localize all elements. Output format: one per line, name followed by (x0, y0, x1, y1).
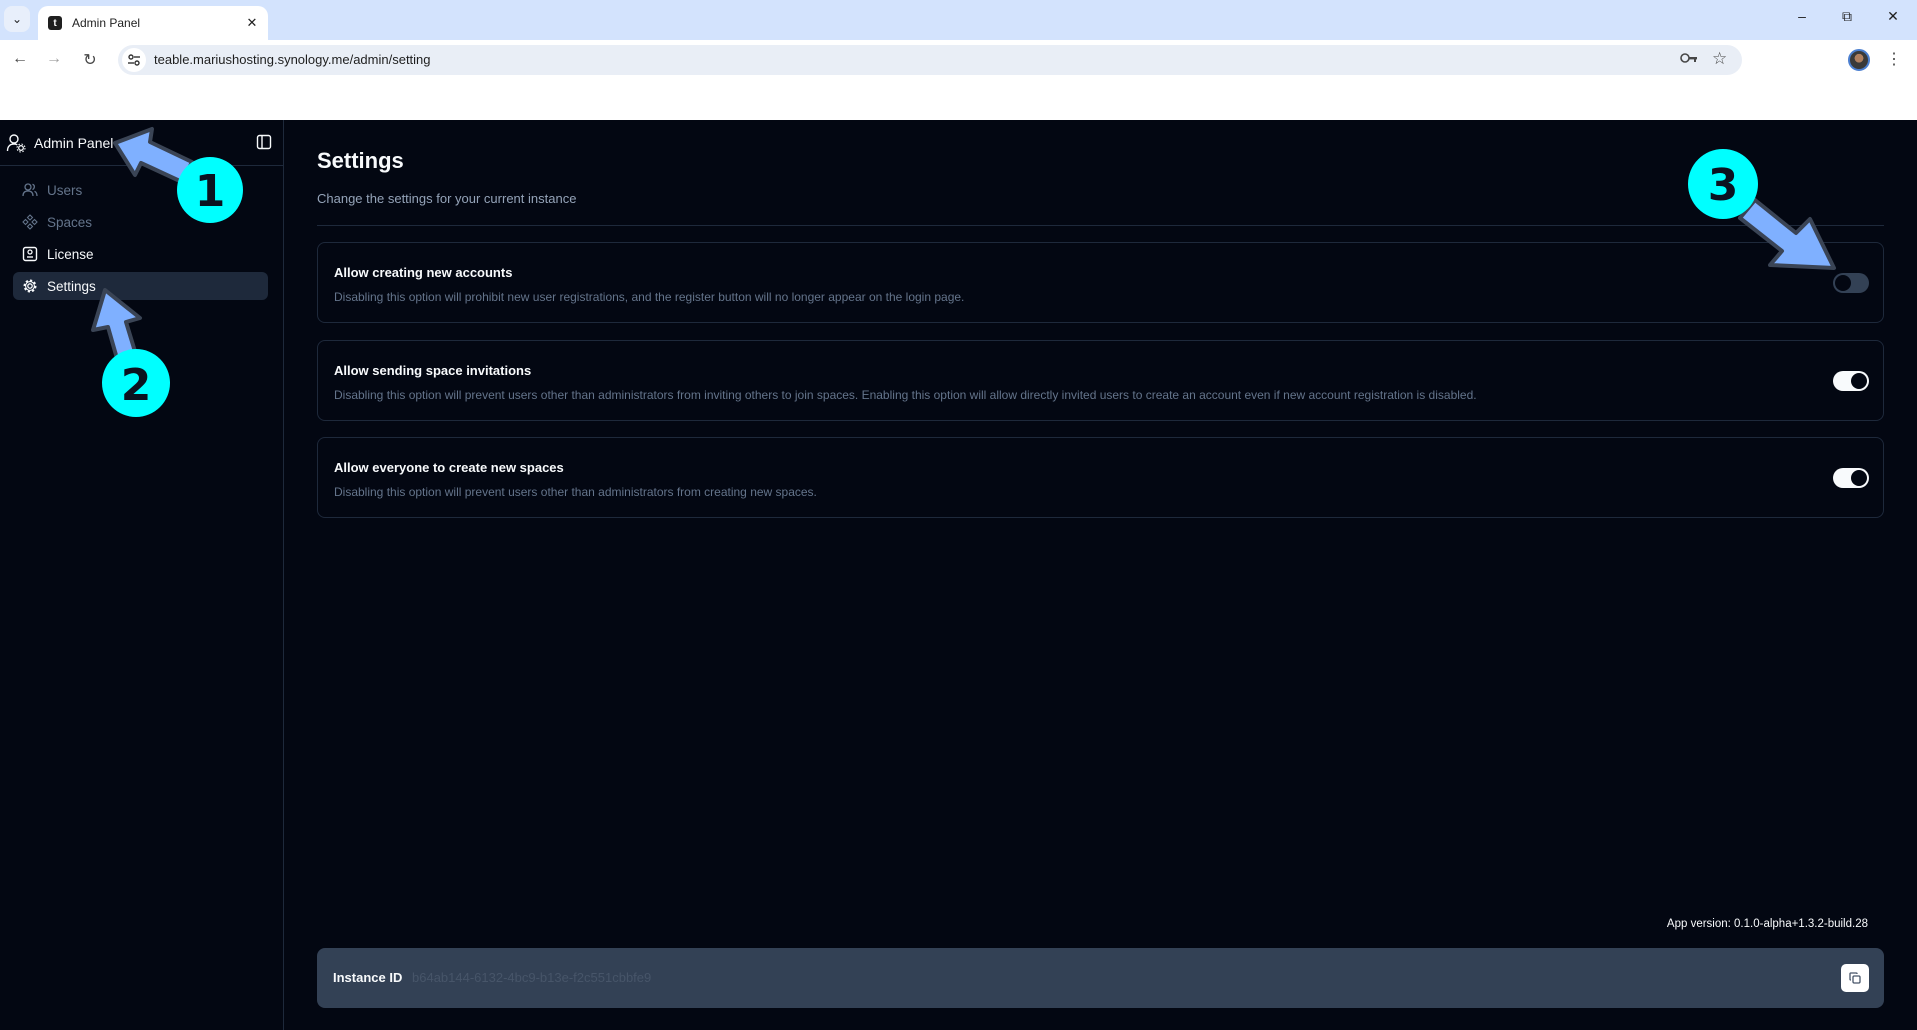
copy-instance-id-button[interactable] (1841, 964, 1869, 992)
settings-page: Settings Change the settings for your cu… (317, 120, 1884, 1030)
license-icon (22, 246, 38, 262)
setting-description: Disabling this option will prevent users… (334, 388, 1477, 402)
copy-icon (1849, 972, 1861, 984)
setting-title: Allow sending space invitations (334, 363, 532, 378)
app-version: App version: 0.1.0-alpha+1.3.2-build.28 (1666, 918, 1868, 930)
setting-card-allow-new-accounts: Allow creating new accounts Disabling th… (317, 242, 1884, 323)
tune-icon (128, 54, 140, 66)
instance-id-value: b64ab144-6132-4bc9-b13e-f2c551cbbfe9 (412, 970, 652, 985)
star-icon[interactable]: ☆ (1712, 49, 1727, 69)
divider (317, 225, 1884, 226)
tab-search-button[interactable]: ⌄ (4, 6, 30, 32)
component-icon (22, 214, 38, 230)
toggle-knob (1851, 470, 1867, 486)
browser-tab-bar: ⌄ t Admin Panel ✕ – ⧉ ✕ (0, 0, 1917, 40)
page-title: Settings (317, 148, 404, 173)
chevron-down-icon: ⌄ (11, 12, 23, 26)
url-text[interactable]: teable.mariushosting.synology.me/admin/s… (154, 52, 431, 67)
sidebar-item-label: License (47, 246, 94, 262)
browser-toolbar: ← → ↻ teable.mariushosting.synology.me/a… (0, 40, 1917, 80)
setting-description: Disabling this option will prevent users… (334, 485, 817, 499)
instance-id-label: Instance ID (333, 970, 403, 985)
back-button[interactable]: ← (10, 50, 30, 68)
sidebar-item-spaces[interactable]: Spaces (13, 208, 268, 236)
teable-favicon-icon: t (48, 16, 62, 30)
address-bar[interactable]: teable.mariushosting.synology.me/admin/s… (118, 45, 1742, 75)
kebab-menu-icon[interactable]: ⋮ (1886, 49, 1902, 69)
sidebar-item-settings[interactable]: Settings (13, 272, 268, 300)
setting-card-allow-space-invitations: Allow sending space invitations Disablin… (317, 340, 1884, 421)
instance-id-panel: Instance ID b64ab144-6132-4bc9-b13e-f2c5… (317, 948, 1884, 1008)
minimize-button[interactable]: – (1792, 8, 1812, 24)
allow-create-spaces-toggle[interactable] (1833, 468, 1869, 488)
allow-new-accounts-toggle[interactable] (1833, 273, 1869, 293)
sidebar-item-label: Spaces (47, 214, 93, 230)
panel-left-icon[interactable] (256, 134, 272, 150)
profile-avatar[interactable] (1848, 49, 1870, 71)
setting-description: Disabling this option will prohibit new … (334, 290, 965, 304)
toggle-knob (1835, 275, 1851, 291)
key-icon[interactable] (1680, 51, 1698, 68)
close-window-button[interactable]: ✕ (1883, 8, 1903, 25)
sidebar-title: Admin Panel (34, 134, 114, 151)
page-subtitle: Change the settings for your current ins… (317, 191, 577, 206)
sidebar-header: Admin Panel (0, 120, 283, 166)
browser-tab[interactable]: t Admin Panel ✕ (38, 6, 268, 40)
forward-button[interactable]: → (44, 50, 64, 68)
reload-button[interactable]: ↻ (80, 50, 100, 70)
close-tab-button[interactable]: ✕ (244, 15, 260, 31)
setting-card-allow-create-spaces: Allow everyone to create new spaces Disa… (317, 437, 1884, 518)
users-icon (22, 183, 38, 197)
settings-icon (23, 279, 37, 293)
toggle-knob (1851, 373, 1867, 389)
setting-title: Allow everyone to create new spaces (334, 460, 564, 475)
sidebar-item-label: Users (47, 182, 83, 198)
setting-title: Allow creating new accounts (334, 265, 513, 280)
sidebar-item-license[interactable]: License (13, 240, 268, 268)
sidebar-item-users[interactable]: Users (13, 176, 268, 204)
sidebar: Admin Panel Users Spaces License Setting… (0, 120, 284, 1030)
user-cog-icon (6, 133, 26, 152)
site-info-button[interactable] (122, 48, 146, 72)
admin-app: Admin Panel Users Spaces License Setting… (0, 120, 1917, 1030)
browser-spacer (0, 80, 1917, 120)
sidebar-item-label: Settings (47, 278, 96, 294)
allow-space-invitations-toggle[interactable] (1833, 371, 1869, 391)
tab-title: Admin Panel (72, 16, 141, 30)
restore-button[interactable]: ⧉ (1837, 8, 1857, 25)
